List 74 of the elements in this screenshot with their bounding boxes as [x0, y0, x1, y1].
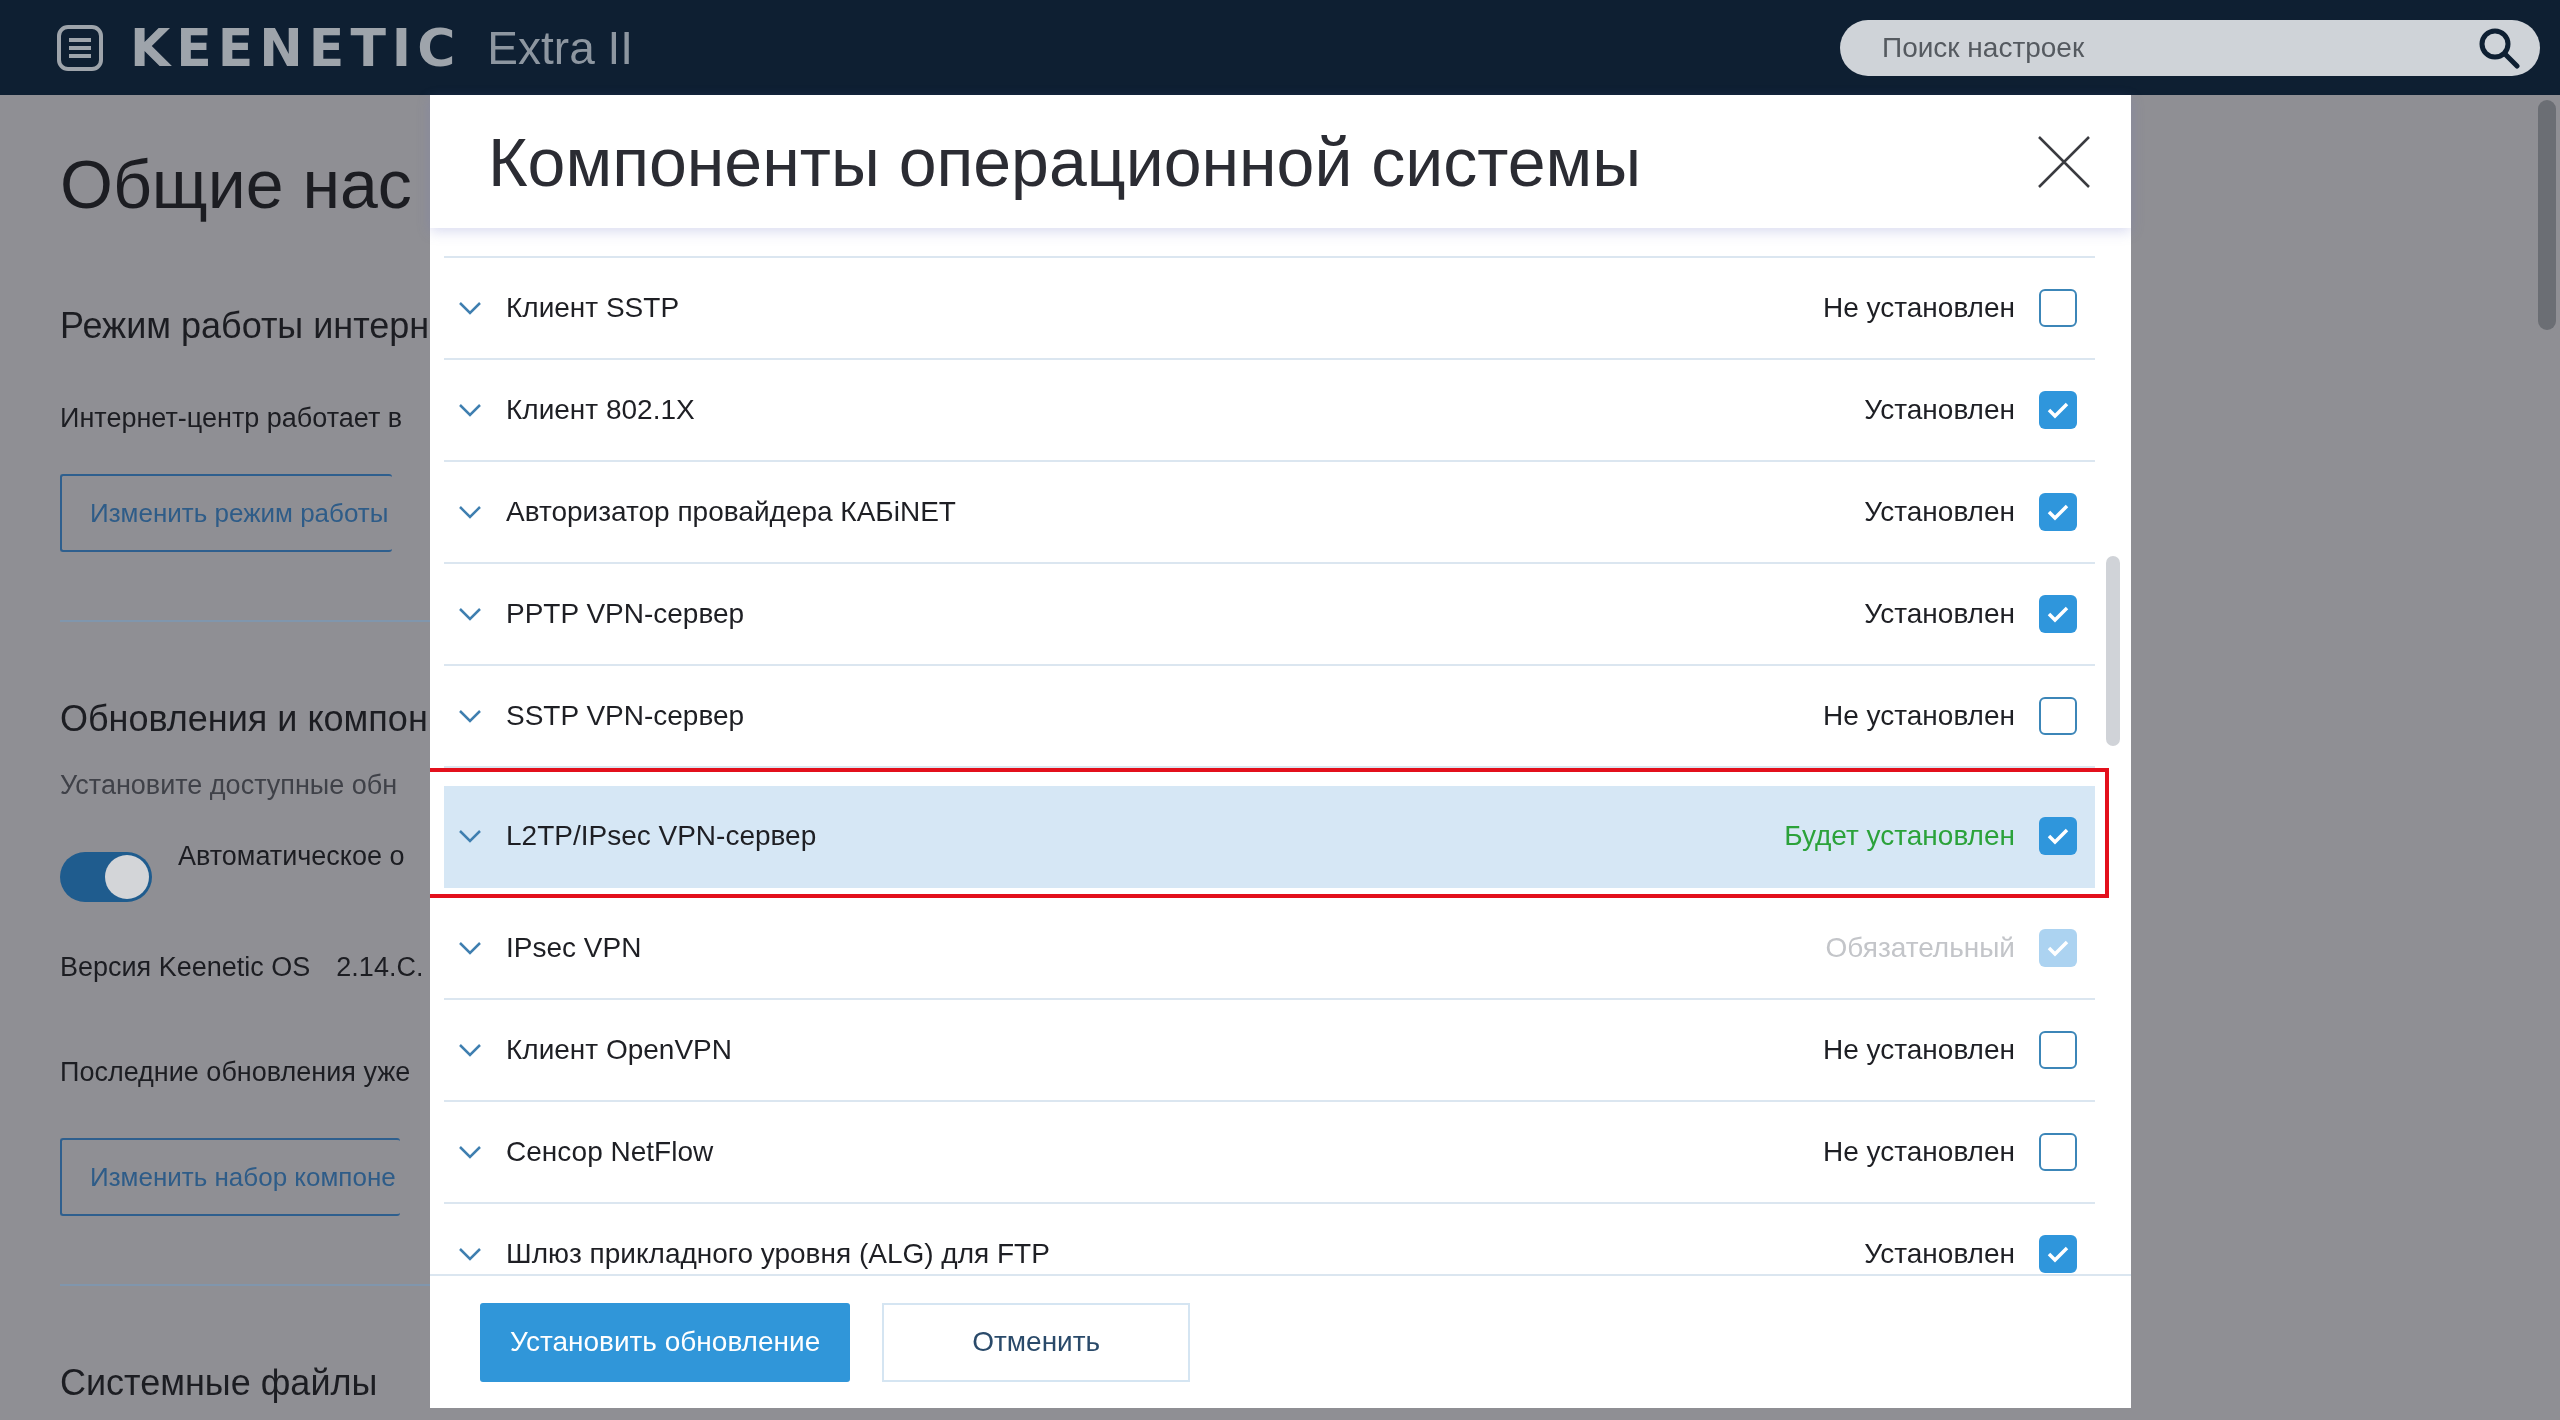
checkmark-icon: [2046, 503, 2070, 521]
dialog-title: Компоненты операционной системы: [488, 122, 1643, 201]
component-status: Не установлен: [1823, 700, 2015, 732]
chevron-down-icon[interactable]: [458, 301, 482, 315]
component-name: Клиент SSTP: [506, 292, 681, 324]
component-row[interactable]: Авторизатор провайдера КАБiNET Установлен: [444, 462, 2095, 564]
checkmark-icon: [2046, 605, 2070, 623]
component-status: Не установлен: [1823, 292, 2015, 324]
chevron-down-icon[interactable]: [458, 403, 482, 417]
search-field[interactable]: Поиск настроек: [1840, 19, 2540, 76]
toggle-label: Автоматическое о: [178, 841, 405, 872]
menu-icon[interactable]: [56, 23, 104, 72]
component-name: Авторизатор провайдера КАБiNET: [506, 496, 957, 528]
component-name: Шлюз прикладного уровня (ALG) для FTP: [506, 1238, 1051, 1270]
checkmark-icon: [2046, 827, 2070, 845]
component-name: Клиент 802.1X: [506, 394, 696, 426]
checkmark-icon: [2046, 401, 2070, 419]
version-value: 2.14.C.: [336, 952, 424, 983]
component-row[interactable]: Клиент SSTP Не установлен: [444, 258, 2095, 360]
component-name: PPTP VPN-сервер: [506, 598, 746, 630]
checkbox[interactable]: [2039, 1031, 2077, 1069]
component-row[interactable]: Сенсор NetFlow Не установлен: [444, 1102, 2095, 1204]
checkbox[interactable]: [2039, 289, 2077, 327]
component-name: SSTP VPN-сервер: [506, 700, 746, 732]
component-status: Будет установлен: [1784, 820, 2015, 852]
search-icon[interactable]: [2478, 26, 2520, 69]
checkbox[interactable]: [2039, 697, 2077, 735]
version-label: Версия Keenetic OS: [60, 952, 311, 983]
component-row[interactable]: SSTP VPN-сервер Не установлен: [444, 666, 2095, 768]
component-status: Установлен: [1864, 496, 2015, 528]
component-row[interactable]: Клиент 802.1X Установлен: [444, 360, 2095, 462]
component-status: Установлен: [1864, 1238, 2015, 1270]
component-row[interactable]: L2TP/IPsec VPN-сервер Будет установлен: [444, 786, 2095, 888]
update-status: Последние обновления уже: [60, 1057, 412, 1088]
checkmark-icon: [2046, 1245, 2070, 1263]
component-name: Сенсор NetFlow: [506, 1136, 715, 1168]
component-row[interactable]: Клиент OpenVPN Не установлен: [444, 1000, 2095, 1102]
section-heading: Системные файлы: [60, 1362, 379, 1404]
checkmark-icon: [2046, 939, 2070, 957]
chevron-down-icon[interactable]: [458, 1247, 482, 1261]
checkbox[interactable]: [2039, 817, 2077, 855]
chevron-down-icon[interactable]: [458, 709, 482, 723]
chevron-down-icon[interactable]: [458, 1145, 482, 1159]
chevron-down-icon[interactable]: [458, 505, 482, 519]
scrollbar-thumb[interactable]: [2106, 556, 2120, 746]
device-model: Extra II: [487, 20, 634, 75]
component-status: Обязательный: [1825, 932, 2015, 964]
section-text: Интернет-центр работает в: [60, 403, 404, 434]
component-status: Не установлен: [1823, 1136, 2015, 1168]
component-name: Клиент OpenVPN: [506, 1034, 733, 1066]
section-heading: Режим работы интерн: [60, 305, 430, 347]
search-input[interactable]: Поиск настроек: [1880, 30, 2478, 65]
chevron-down-icon[interactable]: [458, 607, 482, 621]
close-icon[interactable]: [2037, 134, 2091, 189]
component-status: Не установлен: [1823, 1034, 2015, 1066]
checkbox[interactable]: [2039, 493, 2077, 531]
chevron-down-icon[interactable]: [458, 829, 482, 843]
section-text: Установите доступные обн: [60, 770, 399, 801]
checkbox[interactable]: [2039, 1133, 2077, 1171]
chevron-down-icon[interactable]: [458, 1043, 482, 1057]
checkbox[interactable]: [2039, 391, 2077, 429]
page-title: Общие нас: [60, 145, 413, 223]
checkbox[interactable]: [2039, 595, 2077, 633]
component-status: Установлен: [1864, 598, 2015, 630]
logo: KEENETIC: [130, 17, 462, 78]
cancel-button[interactable]: Отменить: [882, 1302, 1191, 1382]
component-status: Установлен: [1864, 394, 2015, 426]
auto-update-toggle[interactable]: [60, 851, 152, 902]
component-name: L2TP/IPsec VPN-сервер: [506, 820, 818, 852]
component-name: IPsec VPN: [506, 932, 643, 964]
component-row[interactable]: PPTP VPN-сервер Установлен: [444, 564, 2095, 666]
checkbox[interactable]: [2039, 1235, 2077, 1273]
scrollbar-thumb[interactable]: [2538, 100, 2556, 330]
section-heading: Обновления и компон: [60, 698, 429, 740]
